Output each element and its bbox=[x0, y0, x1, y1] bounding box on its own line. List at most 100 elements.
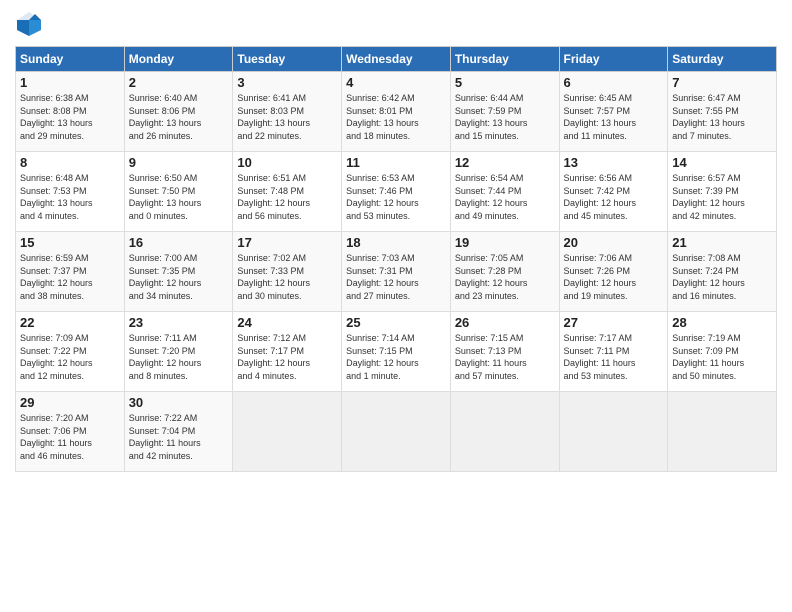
day-cell: 12 Sunrise: 6:54 AM Sunset: 7:44 PM Dayli… bbox=[450, 152, 559, 232]
day-number: 27 bbox=[564, 315, 664, 330]
day-number: 29 bbox=[20, 395, 120, 410]
day-cell: 17 Sunrise: 7:02 AM Sunset: 7:33 PM Dayli… bbox=[233, 232, 342, 312]
day-number: 13 bbox=[564, 155, 664, 170]
day-number: 24 bbox=[237, 315, 337, 330]
day-cell: 3 Sunrise: 6:41 AM Sunset: 8:03 PM Daylig… bbox=[233, 72, 342, 152]
day-info: Sunrise: 6:56 AM Sunset: 7:42 PM Dayligh… bbox=[564, 172, 664, 222]
weekday-header-row: SundayMondayTuesdayWednesdayThursdayFrid… bbox=[16, 47, 777, 72]
day-info: Sunrise: 7:11 AM Sunset: 7:20 PM Dayligh… bbox=[129, 332, 229, 382]
day-info: Sunrise: 7:09 AM Sunset: 7:22 PM Dayligh… bbox=[20, 332, 120, 382]
day-number: 11 bbox=[346, 155, 446, 170]
day-cell: 4 Sunrise: 6:42 AM Sunset: 8:01 PM Daylig… bbox=[342, 72, 451, 152]
day-info: Sunrise: 7:14 AM Sunset: 7:15 PM Dayligh… bbox=[346, 332, 446, 382]
day-number: 28 bbox=[672, 315, 772, 330]
day-info: Sunrise: 6:59 AM Sunset: 7:37 PM Dayligh… bbox=[20, 252, 120, 302]
day-number: 15 bbox=[20, 235, 120, 250]
day-info: Sunrise: 7:06 AM Sunset: 7:26 PM Dayligh… bbox=[564, 252, 664, 302]
weekday-header-friday: Friday bbox=[559, 47, 668, 72]
calendar-table: SundayMondayTuesdayWednesdayThursdayFrid… bbox=[15, 46, 777, 472]
day-number: 1 bbox=[20, 75, 120, 90]
day-number: 22 bbox=[20, 315, 120, 330]
day-number: 3 bbox=[237, 75, 337, 90]
day-cell: 9 Sunrise: 6:50 AM Sunset: 7:50 PM Daylig… bbox=[124, 152, 233, 232]
day-cell bbox=[233, 392, 342, 472]
day-number: 17 bbox=[237, 235, 337, 250]
day-info: Sunrise: 7:08 AM Sunset: 7:24 PM Dayligh… bbox=[672, 252, 772, 302]
day-info: Sunrise: 7:22 AM Sunset: 7:04 PM Dayligh… bbox=[129, 412, 229, 462]
day-cell: 28 Sunrise: 7:19 AM Sunset: 7:09 PM Dayli… bbox=[668, 312, 777, 392]
day-number: 19 bbox=[455, 235, 555, 250]
day-info: Sunrise: 6:38 AM Sunset: 8:08 PM Dayligh… bbox=[20, 92, 120, 142]
day-info: Sunrise: 7:15 AM Sunset: 7:13 PM Dayligh… bbox=[455, 332, 555, 382]
day-cell: 29 Sunrise: 7:20 AM Sunset: 7:06 PM Dayli… bbox=[16, 392, 125, 472]
day-info: Sunrise: 7:05 AM Sunset: 7:28 PM Dayligh… bbox=[455, 252, 555, 302]
day-info: Sunrise: 6:42 AM Sunset: 8:01 PM Dayligh… bbox=[346, 92, 446, 142]
weekday-header-sunday: Sunday bbox=[16, 47, 125, 72]
day-number: 5 bbox=[455, 75, 555, 90]
main-container: SundayMondayTuesdayWednesdayThursdayFrid… bbox=[0, 0, 792, 482]
day-number: 21 bbox=[672, 235, 772, 250]
day-cell: 16 Sunrise: 7:00 AM Sunset: 7:35 PM Dayli… bbox=[124, 232, 233, 312]
weekday-header-wednesday: Wednesday bbox=[342, 47, 451, 72]
week-row-1: 1 Sunrise: 6:38 AM Sunset: 8:08 PM Daylig… bbox=[16, 72, 777, 152]
weekday-header-saturday: Saturday bbox=[668, 47, 777, 72]
day-cell: 23 Sunrise: 7:11 AM Sunset: 7:20 PM Dayli… bbox=[124, 312, 233, 392]
header bbox=[15, 10, 777, 38]
day-info: Sunrise: 6:53 AM Sunset: 7:46 PM Dayligh… bbox=[346, 172, 446, 222]
day-cell: 20Sunrise: 7:06 AM Sunset: 7:26 PM Dayli… bbox=[559, 232, 668, 312]
day-info: Sunrise: 6:57 AM Sunset: 7:39 PM Dayligh… bbox=[672, 172, 772, 222]
day-cell: 21 Sunrise: 7:08 AM Sunset: 7:24 PM Dayli… bbox=[668, 232, 777, 312]
day-cell: 10 Sunrise: 6:51 AM Sunset: 7:48 PM Dayli… bbox=[233, 152, 342, 232]
day-number: 16 bbox=[129, 235, 229, 250]
day-cell: 1 Sunrise: 6:38 AM Sunset: 8:08 PM Daylig… bbox=[16, 72, 125, 152]
day-number: 7 bbox=[672, 75, 772, 90]
day-info: Sunrise: 7:03 AM Sunset: 7:31 PM Dayligh… bbox=[346, 252, 446, 302]
day-cell: 26 Sunrise: 7:15 AM Sunset: 7:13 PM Dayli… bbox=[450, 312, 559, 392]
day-cell: 18Sunrise: 7:03 AM Sunset: 7:31 PM Dayli… bbox=[342, 232, 451, 312]
week-row-5: 29 Sunrise: 7:20 AM Sunset: 7:06 PM Dayli… bbox=[16, 392, 777, 472]
day-number: 14 bbox=[672, 155, 772, 170]
day-number: 9 bbox=[129, 155, 229, 170]
day-number: 10 bbox=[237, 155, 337, 170]
day-number: 26 bbox=[455, 315, 555, 330]
week-row-3: 15 Sunrise: 6:59 AM Sunset: 7:37 PM Dayli… bbox=[16, 232, 777, 312]
day-cell bbox=[668, 392, 777, 472]
day-cell: 2Sunrise: 6:40 AM Sunset: 8:06 PM Daylig… bbox=[124, 72, 233, 152]
day-info: Sunrise: 7:00 AM Sunset: 7:35 PM Dayligh… bbox=[129, 252, 229, 302]
day-number: 6 bbox=[564, 75, 664, 90]
day-cell: 24Sunrise: 7:12 AM Sunset: 7:17 PM Dayli… bbox=[233, 312, 342, 392]
day-info: Sunrise: 6:51 AM Sunset: 7:48 PM Dayligh… bbox=[237, 172, 337, 222]
day-info: Sunrise: 6:50 AM Sunset: 7:50 PM Dayligh… bbox=[129, 172, 229, 222]
day-info: Sunrise: 7:02 AM Sunset: 7:33 PM Dayligh… bbox=[237, 252, 337, 302]
day-cell: 14 Sunrise: 6:57 AM Sunset: 7:39 PM Dayli… bbox=[668, 152, 777, 232]
day-info: Sunrise: 6:47 AM Sunset: 7:55 PM Dayligh… bbox=[672, 92, 772, 142]
day-info: Sunrise: 6:41 AM Sunset: 8:03 PM Dayligh… bbox=[237, 92, 337, 142]
weekday-header-thursday: Thursday bbox=[450, 47, 559, 72]
day-cell: 25Sunrise: 7:14 AM Sunset: 7:15 PM Dayli… bbox=[342, 312, 451, 392]
day-number: 12 bbox=[455, 155, 555, 170]
day-cell: 22 Sunrise: 7:09 AM Sunset: 7:22 PM Dayli… bbox=[16, 312, 125, 392]
day-cell: 19 Sunrise: 7:05 AM Sunset: 7:28 PM Dayli… bbox=[450, 232, 559, 312]
day-cell bbox=[559, 392, 668, 472]
weekday-header-monday: Monday bbox=[124, 47, 233, 72]
day-cell: 27Sunrise: 7:17 AM Sunset: 7:11 PM Dayli… bbox=[559, 312, 668, 392]
day-cell: 15 Sunrise: 6:59 AM Sunset: 7:37 PM Dayli… bbox=[16, 232, 125, 312]
day-info: Sunrise: 6:44 AM Sunset: 7:59 PM Dayligh… bbox=[455, 92, 555, 142]
day-number: 30 bbox=[129, 395, 229, 410]
day-cell: 8Sunrise: 6:48 AM Sunset: 7:53 PM Daylig… bbox=[16, 152, 125, 232]
week-row-4: 22 Sunrise: 7:09 AM Sunset: 7:22 PM Dayli… bbox=[16, 312, 777, 392]
day-info: Sunrise: 7:20 AM Sunset: 7:06 PM Dayligh… bbox=[20, 412, 120, 462]
day-cell: 7 Sunrise: 6:47 AM Sunset: 7:55 PM Daylig… bbox=[668, 72, 777, 152]
day-info: Sunrise: 6:40 AM Sunset: 8:06 PM Dayligh… bbox=[129, 92, 229, 142]
day-info: Sunrise: 6:48 AM Sunset: 7:53 PM Dayligh… bbox=[20, 172, 120, 222]
day-info: Sunrise: 6:45 AM Sunset: 7:57 PM Dayligh… bbox=[564, 92, 664, 142]
day-cell: 5 Sunrise: 6:44 AM Sunset: 7:59 PM Daylig… bbox=[450, 72, 559, 152]
day-number: 4 bbox=[346, 75, 446, 90]
day-info: Sunrise: 7:19 AM Sunset: 7:09 PM Dayligh… bbox=[672, 332, 772, 382]
day-number: 23 bbox=[129, 315, 229, 330]
day-cell: 6 Sunrise: 6:45 AM Sunset: 7:57 PM Daylig… bbox=[559, 72, 668, 152]
day-cell: 30 Sunrise: 7:22 AM Sunset: 7:04 PM Dayli… bbox=[124, 392, 233, 472]
day-cell bbox=[342, 392, 451, 472]
day-info: Sunrise: 6:54 AM Sunset: 7:44 PM Dayligh… bbox=[455, 172, 555, 222]
day-cell: 11 Sunrise: 6:53 AM Sunset: 7:46 PM Dayli… bbox=[342, 152, 451, 232]
